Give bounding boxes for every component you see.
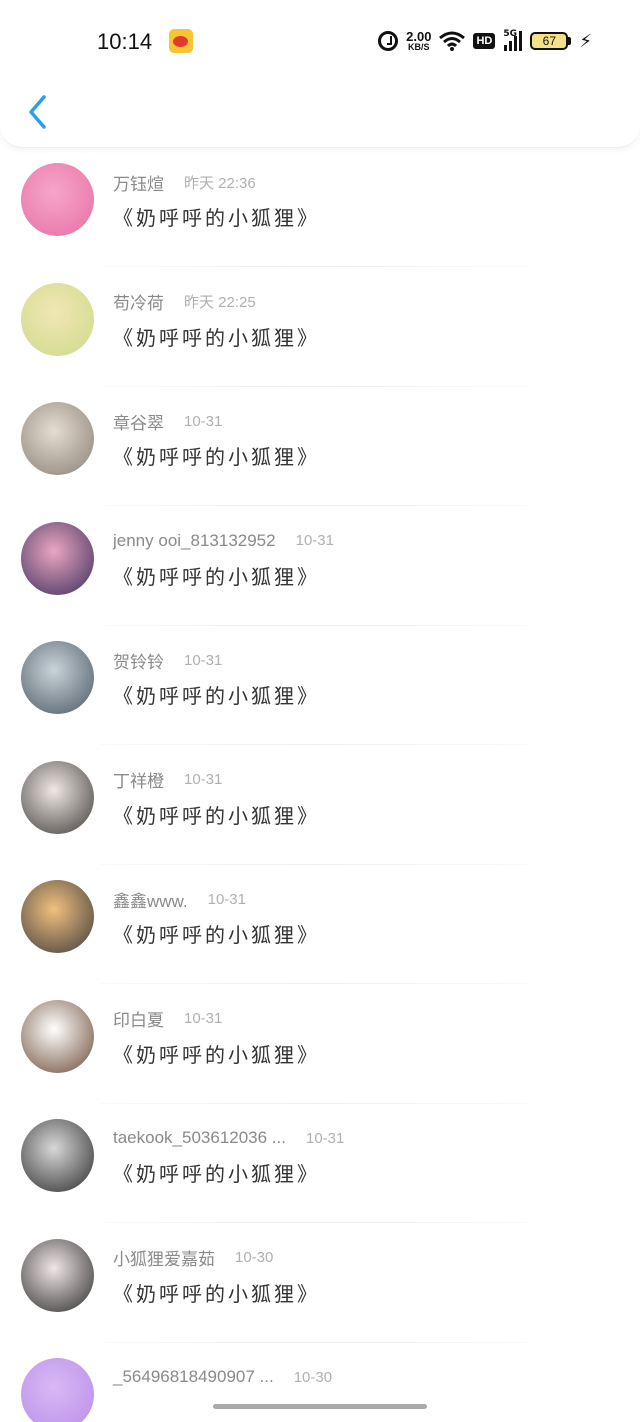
sender-name[interactable]: 章谷翠	[113, 409, 164, 434]
sender-name[interactable]: 印白夏	[113, 1006, 164, 1031]
message-date: 10-31	[305, 1129, 345, 1147]
sender-name[interactable]: _56496818490907 ...	[113, 1367, 274, 1387]
message-meta: 鑫鑫www. 10-31	[113, 887, 246, 912]
status-icons: 2.00 KB/S HD 5G 67 ⚡	[378, 28, 592, 54]
charging-icon: ⚡	[579, 30, 592, 52]
message-row[interactable]: taekook_503612036 ... 10-31 《奶呼呼的小狐狸》	[0, 1104, 640, 1223]
battery-level: 67	[542, 34, 557, 48]
message-text: 《奶呼呼的小狐狸》	[113, 923, 320, 947]
message-date: 昨天 22:36	[184, 174, 256, 192]
message-text: 《奶呼呼的小狐狸》	[113, 684, 320, 708]
message-row[interactable]: 丁祥橙 10-31 《奶呼呼的小狐狸》	[0, 746, 640, 865]
message-date: 昨天 22:25	[184, 294, 256, 311]
message-text: 《奶呼呼的小狐狸》	[113, 1042, 320, 1067]
message-date: 10-31	[207, 890, 246, 908]
sender-name[interactable]: jenny ooi_813132952	[113, 531, 276, 551]
sender-name[interactable]: 小狐狸爱嘉茹	[113, 1245, 215, 1270]
message-date: 10-31	[184, 651, 223, 669]
sender-name[interactable]: 万钰煊	[113, 170, 164, 195]
avatar[interactable]	[21, 760, 94, 834]
signal-label: 5G	[503, 29, 518, 39]
sender-name[interactable]: 苟冷荷	[113, 289, 164, 314]
sender-name[interactable]: 鑫鑫www.	[113, 887, 188, 912]
message-row[interactable]: jenny ooi_813132952 10-31 《奶呼呼的小狐狸》	[0, 507, 640, 626]
message-text: 《奶呼呼的小狐狸》	[113, 1162, 320, 1186]
message-meta: 小狐狸爱嘉茹 10-30	[113, 1247, 273, 1269]
avatar[interactable]	[21, 641, 94, 714]
app-header: 10:14 2.00 KB/S HD 5G 67 ⚡	[0, 0, 640, 148]
message-meta: taekook_503612036 ... 10-31	[113, 1127, 344, 1149]
avatar[interactable]	[21, 282, 94, 356]
avatar[interactable]	[21, 163, 94, 236]
message-date: 10-30	[293, 1368, 333, 1386]
message-date: 10-31	[295, 532, 334, 549]
avatar[interactable]	[21, 1358, 94, 1422]
message-meta: 章谷翠 10-31	[113, 409, 223, 434]
wifi-icon-glyph	[439, 31, 466, 51]
battery-body: 67	[530, 32, 569, 50]
message-text: 《奶呼呼的小狐狸》	[113, 803, 320, 828]
back-button[interactable]	[20, 92, 54, 132]
battery-icon: 67	[530, 32, 572, 50]
message-date: 10-31	[184, 771, 223, 788]
message-row[interactable]: 万钰煊 昨天 22:36 《奶呼呼的小狐狸》	[0, 148, 640, 267]
avatar[interactable]	[21, 880, 94, 953]
message-row[interactable]: 章谷翠 10-31 《奶呼呼的小狐狸》	[0, 387, 640, 506]
net-speed-unit: KB/S	[408, 42, 430, 52]
message-meta: _56496818490907 ... 10-30	[113, 1366, 332, 1388]
message-meta: 贺铃铃 10-31	[113, 648, 223, 673]
message-text: 《奶呼呼的小狐狸》	[113, 564, 320, 589]
message-row[interactable]: 鑫鑫www. 10-31 《奶呼呼的小狐狸》	[0, 865, 640, 984]
avatar[interactable]	[21, 521, 94, 595]
message-text: 《奶呼呼的小狐狸》	[113, 325, 320, 350]
home-indicator[interactable]	[213, 1404, 427, 1409]
avatar[interactable]	[21, 1238, 94, 1312]
battery-tip	[568, 37, 572, 45]
message-date: 10-31	[184, 1010, 223, 1027]
message-row[interactable]: _56496818490907 ... 10-30	[0, 1343, 640, 1422]
status-time: 10:14	[97, 29, 153, 54]
avatar[interactable]	[21, 999, 94, 1073]
message-meta: 万钰煊 昨天 22:36	[113, 170, 256, 195]
weibo-icon	[169, 29, 193, 53]
message-text: 《奶呼呼的小狐狸》	[113, 1281, 320, 1306]
message-meta: 印白夏 10-31	[113, 1008, 222, 1030]
message-date: 10-30	[235, 1249, 274, 1266]
sender-name[interactable]: taekook_503612036 ...	[113, 1128, 286, 1148]
message-date: 10-31	[184, 412, 223, 430]
message-row[interactable]: 苟冷荷 昨天 22:25 《奶呼呼的小狐狸》	[0, 268, 640, 387]
wifi-icon	[439, 31, 466, 51]
message-text: 《奶呼呼的小狐狸》	[113, 445, 320, 469]
message-row[interactable]: 贺铃铃 10-31 《奶呼呼的小狐狸》	[0, 626, 640, 745]
avatar[interactable]	[21, 402, 94, 475]
hd-icon: HD	[473, 33, 496, 49]
signal-icon: 5G	[503, 29, 523, 51]
alarm-icon	[378, 31, 399, 51]
message-text: 《奶呼呼的小狐狸》	[113, 206, 320, 230]
message-row[interactable]: 小狐狸爱嘉茹 10-30 《奶呼呼的小狐狸》	[0, 1224, 640, 1343]
status-bar: 10:14 2.00 KB/S HD 5G 67 ⚡	[0, 0, 640, 80]
net-speed: 2.00 KB/S	[406, 30, 431, 52]
sender-name[interactable]: 贺铃铃	[113, 648, 164, 673]
message-meta: 苟冷荷 昨天 22:25	[113, 291, 256, 313]
chevron-left-icon	[29, 95, 46, 129]
sender-name[interactable]: 丁祥橙	[113, 767, 164, 792]
message-meta: jenny ooi_813132952 10-31	[113, 530, 334, 552]
avatar[interactable]	[21, 1119, 94, 1192]
message-row[interactable]: 印白夏 10-31 《奶呼呼的小狐狸》	[0, 985, 640, 1104]
message-meta: 丁祥橙 10-31	[113, 769, 222, 791]
